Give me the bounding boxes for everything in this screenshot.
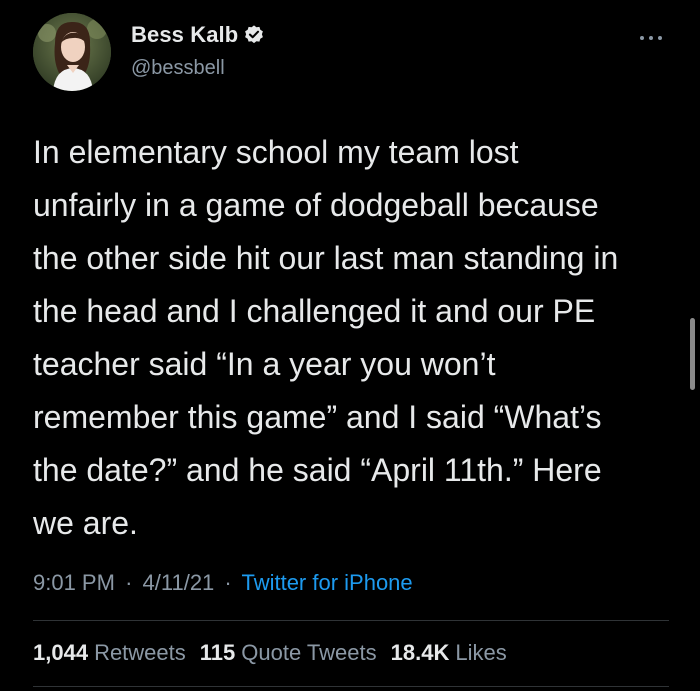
tweet-text-line: the date?” and he said “April 11th.” Her…	[33, 452, 602, 488]
engagement-stats: 1,044 Retweets 115 Quote Tweets 18.4K Li…	[33, 640, 521, 666]
tweet-date[interactable]: 4/11/21	[143, 570, 215, 595]
meta-separator: ·	[224, 570, 232, 595]
scrollbar[interactable]	[690, 318, 695, 390]
divider	[33, 620, 669, 621]
tweet-text-line: teacher said “In a year you won’t	[33, 346, 496, 382]
quote-tweets-count[interactable]: 115	[200, 640, 236, 666]
tweet-text-line: remember this game” and I said “What’s	[33, 399, 602, 435]
name-row: Bess Kalb	[131, 21, 265, 49]
meta-separator: ·	[125, 570, 133, 595]
retweets-count[interactable]: 1,044	[33, 640, 88, 666]
tweet-text: In elementary school my team lost unfair…	[33, 126, 673, 550]
tweet-time[interactable]: 9:01 PM	[33, 570, 115, 595]
tweet-source-link[interactable]: Twitter for iPhone	[241, 570, 412, 595]
more-options-icon[interactable]	[639, 33, 663, 43]
quote-tweets-label[interactable]: Quote Tweets	[241, 640, 376, 666]
user-handle[interactable]: @bessbell	[131, 57, 225, 80]
tweet-text-line: the head and I challenged it and our PE	[33, 293, 596, 329]
retweets-label[interactable]: Retweets	[94, 640, 186, 666]
tweet-text-line: the other side hit our last man standing…	[33, 240, 619, 276]
tweet-text-line: In elementary school my team lost	[33, 134, 519, 170]
divider	[33, 686, 669, 687]
tweet-header: Bess Kalb @bessbell	[33, 13, 673, 93]
likes-label[interactable]: Likes	[455, 640, 506, 666]
avatar-photo-icon	[33, 13, 111, 91]
tweet-text-line: we are.	[33, 505, 138, 541]
tweet-text-line: unfairly in a game of dodgeball because	[33, 187, 599, 223]
likes-count[interactable]: 18.4K	[391, 640, 450, 666]
verified-badge-icon	[243, 24, 265, 46]
avatar[interactable]	[33, 13, 111, 91]
tweet-meta: 9:01 PM · 4/11/21 · Twitter for iPhone	[33, 570, 413, 596]
display-name[interactable]: Bess Kalb	[131, 22, 238, 48]
